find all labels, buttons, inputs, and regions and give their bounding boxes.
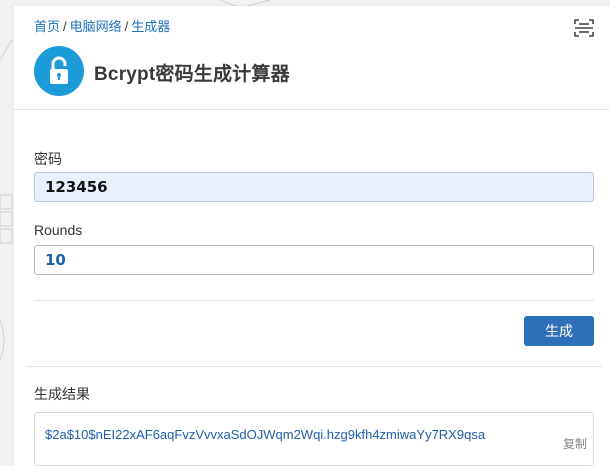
breadcrumb: 首页 / 电脑网络 / 生成器: [34, 16, 170, 35]
divider: [26, 366, 602, 367]
breadcrumb-home-link[interactable]: 首页: [34, 19, 60, 34]
password-input[interactable]: 123456: [34, 172, 594, 202]
password-label: 密码: [34, 151, 62, 167]
generator-card: 首页 / 电脑网络 / 生成器 Bcrypt密码生成计算器 密码 123456 …: [14, 6, 610, 466]
page-title: Bcrypt密码生成计算器: [94, 64, 290, 85]
breadcrumb-separator: /: [124, 19, 129, 34]
breadcrumb-separator: /: [63, 19, 67, 34]
generate-button[interactable]: 生成: [524, 316, 594, 346]
scan-icon[interactable]: [572, 16, 596, 40]
copy-button[interactable]: 复制: [563, 435, 587, 452]
result-hash[interactable]: $2a$10$nEI22xAF6aqFvzVvvxaSdOJWqm2Wqi.hz…: [45, 427, 485, 442]
page-header: 首页 / 电脑网络 / 生成器 Bcrypt密码生成计算器: [14, 6, 610, 110]
breadcrumb-current-link[interactable]: 生成器: [131, 19, 170, 34]
rounds-label: Rounds: [34, 222, 83, 238]
rounds-input[interactable]: 10: [34, 245, 594, 275]
result-label: 生成结果: [34, 386, 90, 402]
result-output[interactable]: $2a$10$nEI22xAF6aqFvzVvvxaSdOJWqm2Wqi.hz…: [34, 412, 594, 466]
lock-icon: [34, 46, 84, 96]
divider: [34, 300, 594, 301]
breadcrumb-category-link[interactable]: 电脑网络: [70, 19, 122, 34]
